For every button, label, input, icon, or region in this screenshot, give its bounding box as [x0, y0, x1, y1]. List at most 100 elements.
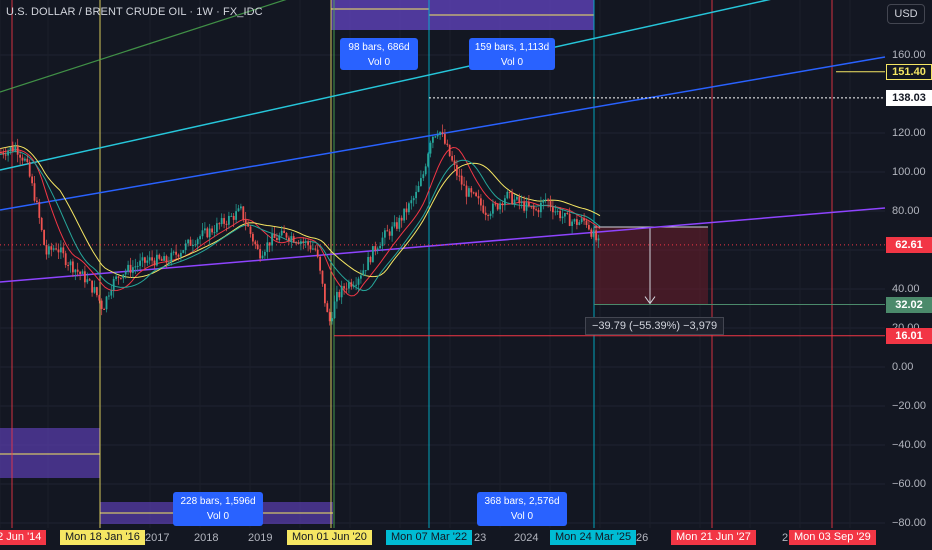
candle-body [28, 162, 31, 177]
candle-body [328, 312, 331, 322]
candle-body [326, 303, 329, 313]
candle-body [379, 245, 381, 249]
candle-body [278, 235, 281, 241]
candle-body [444, 133, 446, 144]
candle-body [259, 249, 261, 259]
candle-body [189, 239, 192, 246]
candle-body [508, 191, 511, 193]
candle-body [429, 142, 432, 154]
date-marker-tag: Mon 24 Mar '25 [550, 530, 637, 545]
candle-body [367, 256, 369, 271]
candle-body [475, 192, 477, 197]
candle-body [57, 249, 60, 253]
range-box-2014-2016 [0, 428, 100, 478]
candle-body [129, 264, 132, 273]
candle-body [568, 213, 571, 226]
candle-body [43, 229, 45, 246]
candle-body [230, 215, 233, 217]
candle-body [103, 308, 105, 310]
price-level-tag: 32.02 [886, 296, 932, 313]
candle-body [372, 246, 374, 263]
candle-body [276, 238, 278, 241]
candle-body [76, 269, 79, 272]
candle-body [564, 212, 566, 217]
price-tick-label: 80.00 [892, 205, 920, 217]
candle-body [108, 295, 110, 297]
candle-body [2, 152, 5, 155]
candle-body [463, 184, 465, 186]
candle-body [124, 271, 127, 275]
candle-body [511, 192, 513, 205]
candle-body [520, 201, 523, 204]
candle-body [242, 206, 245, 220]
candle-body [182, 250, 185, 253]
candle-body [316, 249, 319, 257]
candle-body [460, 175, 463, 185]
candle-body [235, 211, 237, 220]
range-info-box: 228 bars, 1,596d Vol 0 [173, 492, 263, 526]
candle-body [386, 230, 389, 232]
candle-body [525, 202, 528, 211]
candle-body [357, 278, 360, 285]
candle-body [400, 217, 403, 221]
candle-body [340, 286, 343, 298]
candle-body [153, 260, 156, 266]
date-marker-tag: Mon 21 Jun '27 [671, 530, 756, 545]
candle-body [134, 266, 137, 268]
candle-body [237, 208, 240, 212]
candle-body [165, 256, 168, 263]
candle-body [69, 261, 72, 266]
candle-body [64, 253, 67, 266]
candle-body [36, 200, 38, 203]
candle-body [117, 276, 120, 278]
candle-body [266, 242, 269, 252]
candle-body [362, 270, 365, 276]
candle-body [482, 205, 485, 213]
candle-body [456, 164, 458, 176]
candle-body [312, 248, 314, 250]
candle-body [542, 200, 545, 203]
candle-body [427, 153, 429, 167]
candle-body [523, 201, 525, 211]
candle-body [494, 203, 497, 205]
candle-body [232, 215, 235, 220]
range-volume-label: Vol 0 [367, 57, 391, 68]
candle-body [163, 256, 165, 261]
candle-body [376, 248, 379, 251]
candle-body [158, 254, 161, 259]
candle-body [67, 265, 69, 267]
candle-body [91, 280, 93, 293]
candle-body [45, 245, 48, 255]
date-marker-tag: 02 Jun '14 [0, 530, 47, 545]
price-tick-label: −80.00 [892, 517, 926, 529]
range-info-box: 159 bars, 1,113d Vol 0 [469, 38, 555, 70]
range-box-2020-2022 [331, 0, 429, 30]
candle-body [31, 176, 33, 184]
candle-body [112, 279, 115, 291]
candle-body [453, 160, 456, 165]
candle-body [424, 166, 427, 175]
candle-body [194, 244, 197, 246]
measure-zone [594, 226, 708, 305]
currency-button[interactable]: USD [887, 4, 925, 24]
candle-body [528, 202, 530, 207]
candle-body [477, 196, 480, 199]
candle-body [26, 158, 29, 163]
candle-body [252, 233, 254, 242]
range-bars-label: 368 bars, 2,576d [484, 496, 560, 507]
candle-body [578, 222, 581, 225]
candle-body [530, 206, 533, 208]
candle-body [360, 275, 362, 279]
price-chart[interactable] [0, 0, 932, 550]
candle-body [321, 270, 324, 284]
price-level-tag: 16.01 [886, 327, 932, 344]
candle-body [561, 216, 564, 219]
candle-body [355, 284, 357, 286]
candle-body [132, 267, 134, 273]
candle-body [105, 296, 108, 310]
price-tick-label: 0.00 [892, 361, 914, 373]
candle-body [597, 238, 600, 241]
candle-body [451, 156, 453, 161]
candle-body [403, 208, 405, 221]
candle-body [396, 222, 398, 229]
